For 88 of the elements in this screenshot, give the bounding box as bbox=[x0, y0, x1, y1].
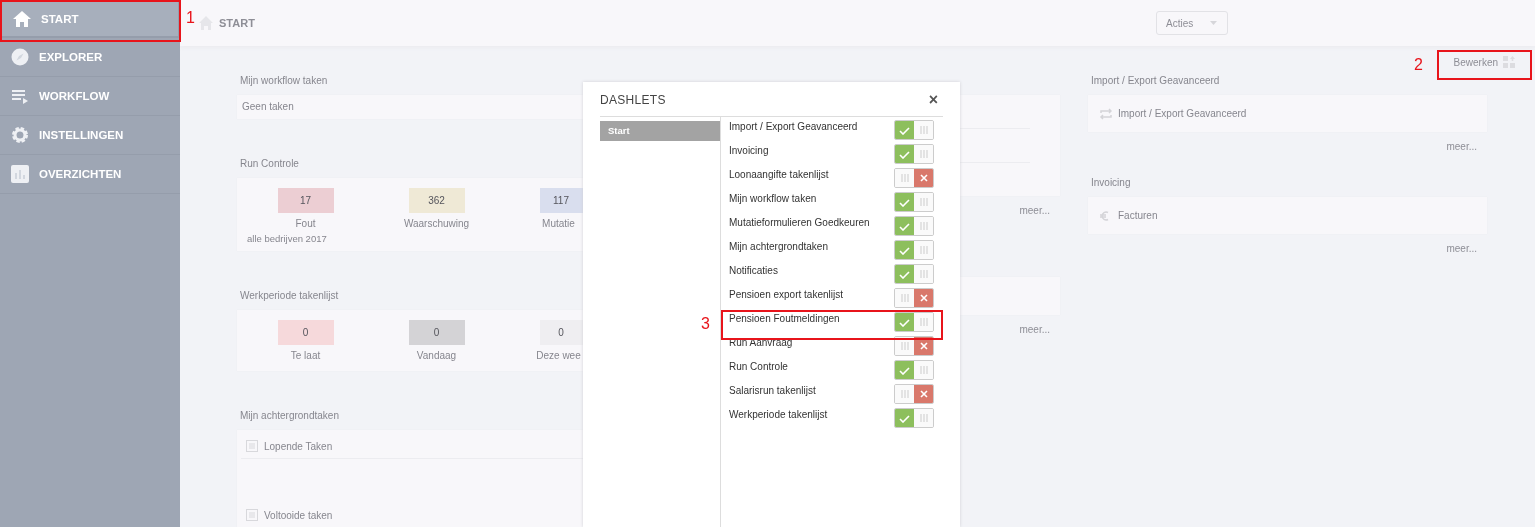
widget-title: Run Controle bbox=[239, 157, 300, 171]
counter-tile[interactable]: 0 bbox=[539, 320, 583, 345]
document-icon bbox=[246, 440, 258, 452]
widget-title: Werkperiode takenlijst bbox=[239, 289, 340, 303]
toggle-switch[interactable] bbox=[894, 192, 934, 212]
check-icon bbox=[899, 149, 910, 159]
counter-label: Te laat bbox=[290, 350, 321, 361]
check-icon bbox=[899, 245, 910, 255]
dashlet-label: Pensioen Foutmeldingen bbox=[729, 312, 840, 326]
widget-link[interactable]: Import / Export Geavanceerd bbox=[1118, 108, 1247, 119]
step-number: 3 bbox=[701, 316, 710, 332]
counter-label: Deze wee bbox=[536, 350, 581, 361]
bar-chart-icon bbox=[10, 164, 30, 184]
check-icon bbox=[899, 413, 910, 423]
cross-icon bbox=[919, 342, 928, 350]
dashlet-label: Mijn workflow taken bbox=[729, 192, 817, 206]
dashlet-label: Mutatieformulieren Goedkeuren bbox=[729, 216, 870, 230]
toggle-switch[interactable] bbox=[894, 168, 934, 188]
dialog-title: DASHLETS bbox=[600, 92, 666, 107]
task-group[interactable]: Lopende Taken bbox=[264, 440, 333, 452]
widget-title: Invoicing bbox=[1090, 176, 1132, 190]
toggle-switch[interactable] bbox=[894, 264, 934, 284]
gear-icon bbox=[10, 125, 30, 145]
counter-tile[interactable]: 17 bbox=[277, 188, 334, 213]
dashlet-label: Run Controle bbox=[729, 360, 788, 374]
dashlet-label: Werkperiode takenlijst bbox=[729, 408, 828, 422]
dashlet-label: Notificaties bbox=[729, 264, 778, 278]
check-icon bbox=[899, 269, 910, 279]
breadcrumb[interactable]: START bbox=[219, 17, 255, 29]
counter-label: Fout bbox=[295, 218, 316, 229]
dashlet-label: Import / Export Geavanceerd bbox=[729, 120, 858, 134]
step-number: 2 bbox=[1414, 57, 1423, 73]
more-link[interactable]: meer... bbox=[1019, 324, 1050, 335]
counter-label: Vandaag bbox=[416, 350, 457, 361]
cross-icon bbox=[919, 390, 928, 398]
widget-link[interactable]: Facturen bbox=[1118, 210, 1158, 221]
toggle-switch[interactable] bbox=[894, 216, 934, 236]
step-number: 1 bbox=[186, 10, 195, 26]
task-group[interactable]: Voltooide taken bbox=[264, 509, 333, 521]
toggle-switch[interactable] bbox=[894, 120, 934, 140]
counter-note: alle bedrijven 2017 bbox=[246, 232, 328, 246]
category-tab[interactable]: Start bbox=[600, 121, 720, 141]
actions-dropdown[interactable]: Acties bbox=[1156, 11, 1228, 35]
caret-icon bbox=[1210, 21, 1217, 25]
check-icon bbox=[899, 317, 910, 327]
cross-icon bbox=[919, 294, 928, 302]
counter-tile[interactable]: 117 bbox=[539, 188, 583, 213]
counter-tile[interactable]: 0 bbox=[277, 320, 334, 345]
sidebar-item[interactable]: START bbox=[0, 0, 180, 38]
dashlet-label: Loonaangifte takenlijst bbox=[729, 168, 829, 182]
counter-label: Waarschuwing bbox=[403, 218, 470, 229]
sidebar-item[interactable]: WORKFLOW bbox=[0, 77, 180, 116]
toggle-switch[interactable] bbox=[894, 240, 934, 260]
sidebar-item[interactable]: OVERZICHTEN bbox=[0, 155, 180, 194]
document-icon bbox=[246, 509, 258, 521]
edit-button[interactable]: Bewerken bbox=[1453, 56, 1518, 68]
close-button[interactable]: × bbox=[928, 91, 943, 108]
dashlet-label: Pensioen export takenlijst bbox=[729, 288, 843, 302]
more-link[interactable]: meer... bbox=[1446, 141, 1477, 152]
sidebar-item[interactable]: INSTELLINGEN bbox=[0, 116, 180, 155]
check-icon bbox=[899, 125, 910, 135]
check-icon bbox=[899, 365, 910, 375]
sidebar-item[interactable]: EXPLORER bbox=[0, 38, 180, 77]
toggle-switch[interactable] bbox=[894, 360, 934, 380]
check-icon bbox=[899, 221, 910, 231]
dashlet-label: Salarisrun takenlijst bbox=[729, 384, 816, 398]
dashlet-label: Invoicing bbox=[729, 144, 769, 158]
more-link[interactable]: meer... bbox=[1019, 205, 1050, 216]
toggle-switch[interactable] bbox=[894, 408, 934, 428]
counter-tile[interactable]: 0 bbox=[408, 320, 465, 345]
home-icon bbox=[12, 9, 32, 29]
toggle-switch[interactable] bbox=[894, 288, 934, 308]
swap-arrows-icon bbox=[1099, 107, 1112, 120]
compass-icon bbox=[10, 47, 30, 67]
widget-title: Import / Export Geavanceerd bbox=[1090, 74, 1221, 88]
toggle-switch[interactable] bbox=[894, 336, 934, 356]
empty-message: Geen taken bbox=[242, 101, 294, 112]
check-icon bbox=[899, 197, 910, 207]
widget-title: Mijn workflow taken bbox=[239, 74, 329, 88]
cross-icon bbox=[919, 174, 928, 182]
dashlet-label: Mijn achtergrondtaken bbox=[729, 240, 828, 254]
counter-label: Mutatie bbox=[542, 218, 575, 229]
counter-tile[interactable]: 362 bbox=[408, 188, 465, 213]
toggle-switch[interactable] bbox=[894, 312, 934, 332]
more-link[interactable]: meer... bbox=[1446, 243, 1477, 254]
toggle-switch[interactable] bbox=[894, 384, 934, 404]
toggle-switch[interactable] bbox=[894, 144, 934, 164]
widget-title: Mijn achtergrondtaken bbox=[239, 409, 340, 423]
